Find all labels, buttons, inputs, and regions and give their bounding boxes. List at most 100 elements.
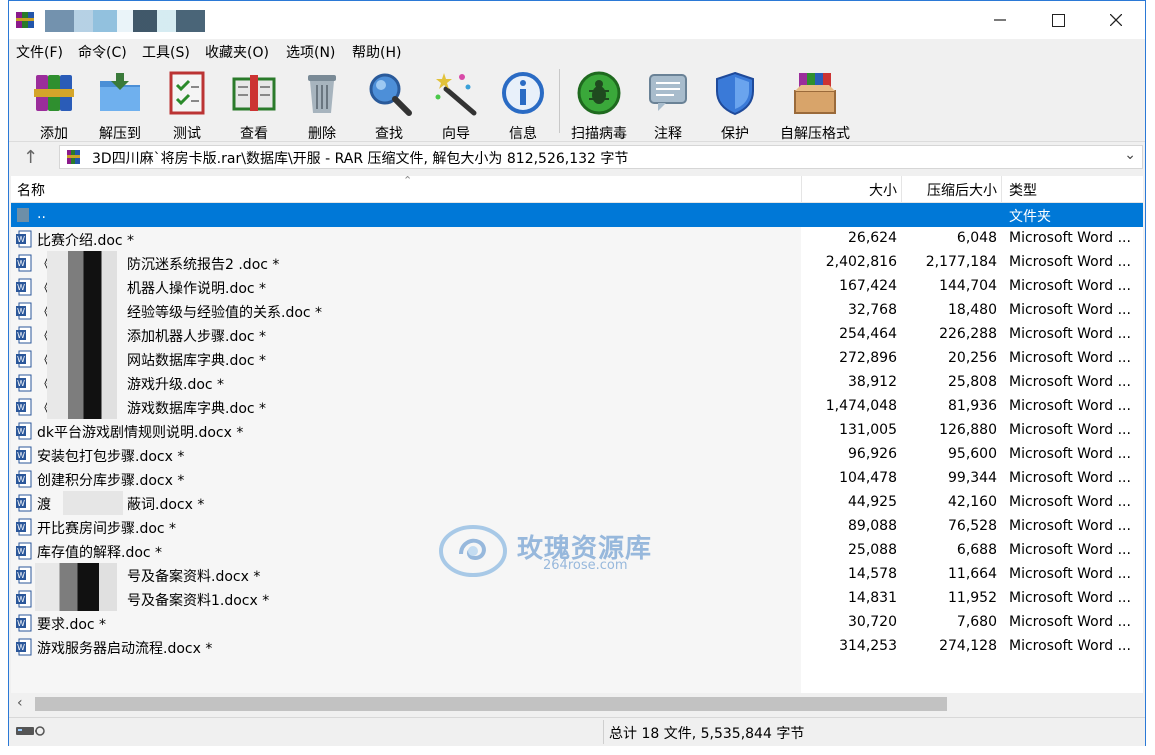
horizontal-scrollbar[interactable]: ‹: [11, 693, 1143, 715]
up-folder-button[interactable]: ↑: [23, 147, 38, 168]
sfx-button[interactable]: 自解压格式: [775, 67, 855, 142]
archive-path-field[interactable]: 3D四川麻`将房卡版.rar\数据库\开服 - RAR 压缩文件, 解包大小为 …: [59, 145, 1143, 169]
file-row[interactable]: W 《防沉迷系统报告2 .doc * 2,402,816 2,177,184 Micro…: [11, 251, 1143, 275]
comment-button[interactable]: 注释: [634, 67, 702, 142]
menu-help[interactable]: 帮助(H): [352, 42, 401, 62]
scan-virus-button[interactable]: 扫描病毒: [565, 67, 633, 142]
info-button[interactable]: 信息: [489, 67, 557, 142]
menu-bar: 文件(F) 命令(C) 工具(S) 收藏夹(O) 选项(N) 帮助(H): [9, 39, 1145, 63]
row-size: 167,424: [839, 278, 897, 294]
svg-text:W: W: [17, 595, 25, 604]
add-label: 添加: [40, 126, 68, 142]
file-row[interactable]: Wdk平台游戏剧情规则说明.docx * 131,005 126,880 Micros…: [11, 419, 1143, 443]
row-name-rest: 号及备案资料.docx *: [127, 569, 261, 585]
row-packed: 99,344: [948, 470, 997, 486]
row-packed: 18,480: [948, 302, 997, 318]
scroll-left-icon[interactable]: ‹: [17, 695, 23, 711]
column-divider[interactable]: [1001, 176, 1002, 202]
minimize-button[interactable]: [971, 1, 1029, 39]
winrar-app-icon[interactable]: [15, 10, 35, 30]
row-type: Microsoft Word ...: [1009, 614, 1131, 630]
file-row[interactable]: W 渡 蔽词.docx * 44,925 42,160 Microsoft Word ..…: [11, 491, 1143, 515]
drive-key-icon[interactable]: [15, 724, 47, 738]
list-header: 名称 ⌃ 大小 压缩后大小 类型: [11, 176, 1143, 203]
row-type: Microsoft Word ...: [1009, 590, 1131, 606]
parent-folder-row[interactable]: .. 文件夹: [11, 203, 1143, 227]
row-name-rest: 网站数据库字典.doc *: [127, 353, 267, 369]
row-name-rest: 蔽词.docx *: [127, 497, 205, 513]
column-header-type[interactable]: 类型: [1009, 180, 1037, 200]
svg-text:W: W: [17, 619, 25, 628]
row-packed: 42,160: [948, 494, 997, 510]
row-size: 38,912: [848, 374, 897, 390]
row-packed: 226,288: [939, 326, 997, 342]
file-row[interactable]: W 号及备案资料1.docx * 14,831 11,952 Microsoft Wor…: [11, 587, 1143, 611]
file-row[interactable]: W 比赛介绍.doc * 26,624 6,048 Microsoft Word ...: [11, 227, 1143, 251]
title-bar: [9, 1, 1145, 39]
file-row[interactable]: W 《网站数据库字典.doc * 272,896 20,256 Microsoft Wo…: [11, 347, 1143, 371]
menu-favorites[interactable]: 收藏夹(O): [205, 42, 269, 62]
column-header-name[interactable]: 名称: [17, 180, 45, 200]
file-row[interactable]: W 《添加机器人步骤.doc * 254,464 226,288 Microsoft W…: [11, 323, 1143, 347]
wizard-label: 向导: [442, 126, 470, 142]
add-button[interactable]: 添加: [20, 67, 88, 142]
toolbar-separator: [559, 69, 560, 133]
extract-to-label: 解压到: [99, 126, 141, 142]
menu-commands[interactable]: 命令(C): [78, 42, 127, 62]
file-row[interactable]: W 《机器人操作说明.doc * 167,424 144,704 Microsoft W…: [11, 275, 1143, 299]
svg-text:W: W: [17, 355, 25, 364]
file-row[interactable]: W 《游戏升级.doc * 38,912 25,808 Microsoft Word .…: [11, 371, 1143, 395]
find-button[interactable]: 查找: [355, 67, 423, 142]
sfx-box-icon: [794, 73, 836, 114]
file-row[interactable]: W 《经验等级与经验值的关系.doc * 32,768 18,480 Microsoft…: [11, 299, 1143, 323]
maximize-button[interactable]: [1029, 1, 1087, 39]
column-header-packed[interactable]: 压缩后大小: [901, 180, 997, 200]
svg-text:W: W: [17, 403, 25, 412]
row-name: ..: [37, 206, 46, 222]
chevron-down-icon[interactable]: ⌄: [1124, 147, 1136, 163]
row-size: 44,925: [848, 494, 897, 510]
menu-options[interactable]: 选项(N): [286, 42, 335, 62]
svg-text:W: W: [17, 547, 25, 556]
close-button[interactable]: [1087, 1, 1145, 39]
svg-text:W: W: [17, 283, 25, 292]
extract-to-button[interactable]: 解压到: [86, 67, 154, 142]
delete-button[interactable]: 删除: [288, 67, 356, 142]
word-document-icon: W: [16, 398, 32, 416]
file-row[interactable]: W 游戏服务器启动流程.docx * 314,253 274,128 Microsoft…: [11, 635, 1143, 659]
status-divider: [603, 720, 604, 744]
protect-label: 保护: [721, 126, 749, 142]
row-packed: 144,704: [939, 278, 997, 294]
arrow-up-icon: ↑: [23, 147, 39, 168]
delete-label: 删除: [308, 126, 336, 142]
file-row[interactable]: W 安装包打包步骤.docx * 96,926 95,600 Microsoft Wor…: [11, 443, 1143, 467]
wizard-button[interactable]: 向导: [422, 67, 490, 142]
view-label: 查看: [240, 126, 268, 142]
scrollbar-thumb[interactable]: [35, 697, 947, 711]
test-button[interactable]: 测试: [153, 67, 221, 142]
row-type: Microsoft Word ...: [1009, 422, 1131, 438]
archive-path-text: 3D四川麻`将房卡版.rar\数据库\开服 - RAR 压缩文件, 解包大小为 …: [92, 151, 629, 167]
word-document-icon: W: [16, 302, 32, 320]
row-type: Microsoft Word ...: [1009, 230, 1131, 246]
svg-text:W: W: [17, 235, 25, 244]
row-size: 89,088: [848, 518, 897, 534]
row-type: Microsoft Word ...: [1009, 302, 1131, 318]
menu-tools[interactable]: 工具(S): [142, 42, 190, 62]
file-row[interactable]: W 《游戏数据库字典.doc * 1,474,048 81,936 Microsoft …: [11, 395, 1143, 419]
row-name: 要求.doc *: [37, 617, 107, 633]
file-row[interactable]: W 要求.doc * 30,720 7,680 Microsoft Word ...: [11, 611, 1143, 635]
word-document-icon: W: [16, 422, 32, 440]
file-row[interactable]: W 创建积分库步骤.docx * 104,478 99,344 Microsoft Wo…: [11, 467, 1143, 491]
redacted-name-block: [47, 347, 117, 371]
word-document-icon: W: [16, 590, 32, 608]
menu-file[interactable]: 文件(F): [16, 42, 63, 62]
word-document-icon: W: [16, 230, 32, 248]
view-button[interactable]: 查看: [220, 67, 288, 142]
column-header-size[interactable]: 大小: [801, 180, 897, 200]
word-document-icon: W: [16, 278, 32, 296]
scan-virus-label: 扫描病毒: [571, 126, 627, 142]
trash-can-icon: [308, 75, 336, 113]
row-name-rest: 游戏数据库字典.doc *: [127, 401, 267, 417]
protect-button[interactable]: 保护: [701, 67, 769, 142]
